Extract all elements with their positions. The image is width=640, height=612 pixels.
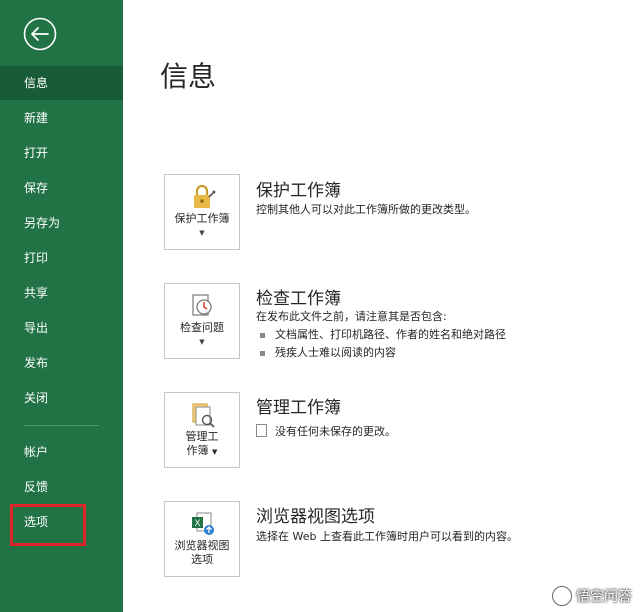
protect-workbook-label: 保护工作簿 <box>174 212 230 225</box>
excel-web-icon: X <box>189 510 217 538</box>
chevron-down-icon: ▼ <box>199 229 205 237</box>
browser-view-options-title: 浏览器视图选项 <box>256 507 375 527</box>
sidebar-item-feedback[interactable]: 反馈 <box>0 470 123 504</box>
sidebar-item-account[interactable]: 帐户 <box>0 435 123 469</box>
back-arrow-icon[interactable] <box>23 17 57 51</box>
sidebar-item-new[interactable]: 新建 <box>0 101 123 135</box>
wukong-logo-icon <box>552 586 572 606</box>
sidebar-item-open[interactable]: 打开 <box>0 136 123 170</box>
page-title: 信息 <box>160 60 217 93</box>
sidebar-item-save-as[interactable]: 另存为 <box>0 206 123 240</box>
sidebar-item-print[interactable]: 打印 <box>0 241 123 275</box>
document-icon <box>256 424 267 437</box>
manage-workbook-button[interactable]: 管理工 作簿 ▼ <box>164 392 240 468</box>
watermark: 悟空问答 <box>552 586 632 606</box>
sidebar: 信息 新建 打开 保存 另存为 打印 共享 导出 发布 关闭 帐户 反馈 选项 <box>0 0 123 612</box>
main-panel: 信息 保护工作簿 ▼ 保护工作簿 控制其他人可以对此工作簿所做的更改类型。 检查… <box>123 0 640 612</box>
sidebar-item-close[interactable]: 关闭 <box>0 381 123 415</box>
manage-workbook-status: 没有任何未保存的更改。 <box>256 423 396 439</box>
check-issues-button[interactable]: 检查问题 ▼ <box>164 283 240 359</box>
chevron-down-icon: ▼ <box>199 338 205 346</box>
sidebar-item-save[interactable]: 保存 <box>0 171 123 205</box>
chevron-down-icon: ▼ <box>212 448 218 456</box>
protect-workbook-description: 控制其他人可以对此工作簿所做的更改类型。 <box>256 203 476 216</box>
sidebar-item-info[interactable]: 信息 <box>0 66 123 100</box>
inspect-bullet-item: 文档属性、打印机路径、作者的姓名和绝对路径 <box>260 326 506 342</box>
inspect-workbook-title: 检查工作簿 <box>256 289 341 309</box>
browser-view-options-description: 选择在 Web 上查看此工作簿时用户可以看到的内容。 <box>256 530 518 543</box>
browser-view-options-label: 浏览器视图 选项 <box>174 539 230 566</box>
options-highlight-box <box>10 504 86 546</box>
inspect-bullet-item: 残疾人士难以阅读的内容 <box>260 344 396 360</box>
sidebar-divider <box>24 425 99 426</box>
protect-workbook-button[interactable]: 保护工作簿 ▼ <box>164 174 240 250</box>
protect-workbook-title: 保护工作簿 <box>256 181 341 201</box>
inspect-document-icon <box>189 292 217 320</box>
svg-text:X: X <box>194 518 200 528</box>
manage-workbook-label: 管理工 作簿 ▼ <box>185 430 219 457</box>
check-issues-label: 检查问题 <box>180 321 224 334</box>
browser-view-options-button[interactable]: X 浏览器视图 选项 <box>164 501 240 577</box>
sidebar-item-publish[interactable]: 发布 <box>0 346 123 380</box>
inspect-workbook-description: 在发布此文件之前，请注意其是否包含: <box>256 310 447 323</box>
sidebar-item-share[interactable]: 共享 <box>0 276 123 310</box>
manage-versions-icon <box>189 401 217 429</box>
lock-icon <box>189 183 217 211</box>
manage-workbook-title: 管理工作簿 <box>256 398 341 418</box>
sidebar-item-export[interactable]: 导出 <box>0 311 123 345</box>
